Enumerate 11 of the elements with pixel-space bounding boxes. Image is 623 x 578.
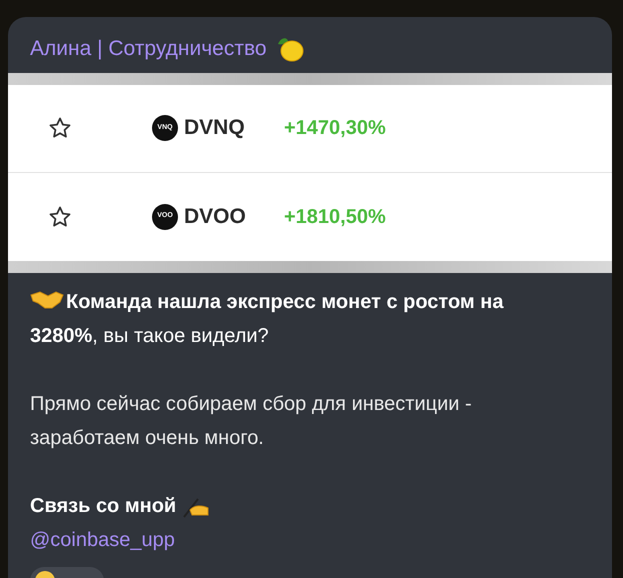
sender-name[interactable]: Алина | Сотрудничество bbox=[30, 33, 267, 64]
message-text: Команда нашла экспресс монет с ростом на 3280%, вы такое видели? bbox=[30, 288, 505, 348]
price-change: +1470,30% bbox=[284, 116, 386, 141]
message-text: Связь со мной bbox=[30, 494, 176, 518]
price-change: +1810,50% bbox=[284, 204, 386, 230]
mention-link[interactable]: @coinbase_upp bbox=[30, 528, 175, 550]
ticker: DVOO bbox=[184, 204, 247, 230]
message-text: Прямо сейчас собираем сбор для инвестиции - заработаем очень много. bbox=[30, 392, 473, 450]
star-icon[interactable] bbox=[48, 116, 72, 140]
ticker: DVNQ bbox=[184, 115, 246, 142]
star-icon[interactable] bbox=[48, 204, 72, 228]
